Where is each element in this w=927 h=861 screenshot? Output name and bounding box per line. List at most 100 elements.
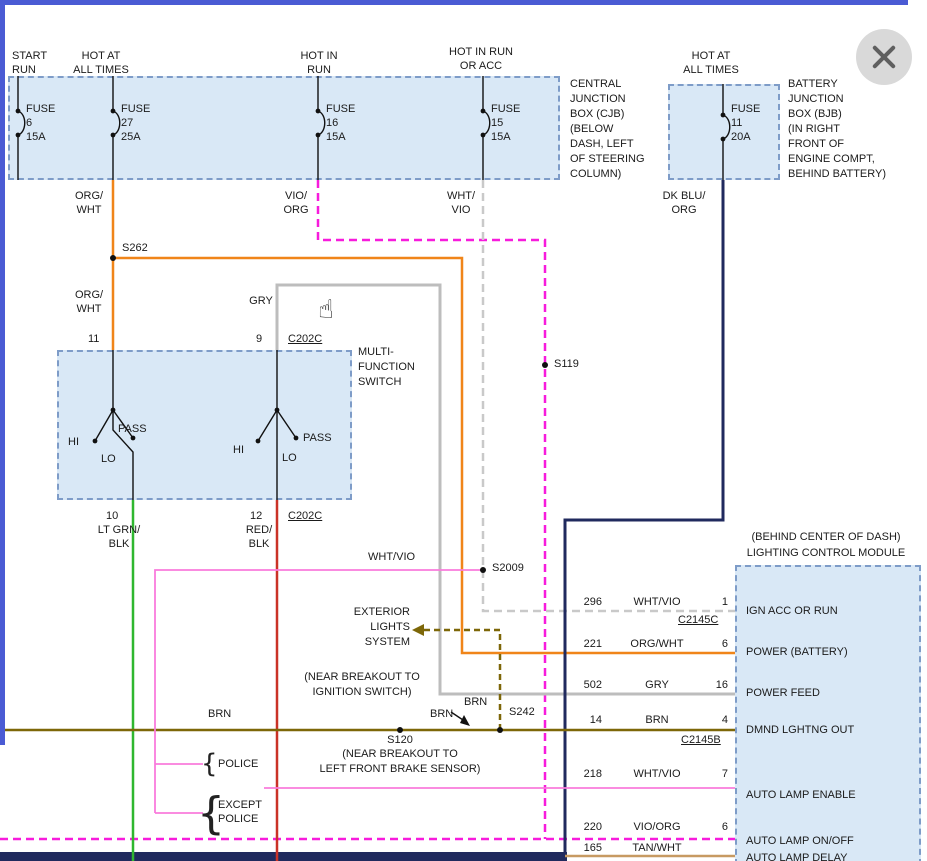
cursor-hand-icon: ☝ bbox=[318, 296, 334, 322]
wire-color-label: BRN bbox=[208, 708, 231, 721]
window-border-left bbox=[0, 0, 5, 745]
connector-label: C2145C bbox=[678, 614, 718, 627]
wire-org-wht bbox=[113, 180, 735, 653]
switch-position-label: HI bbox=[68, 436, 79, 449]
splice-label: S262 bbox=[122, 242, 148, 255]
option-label: POLICE bbox=[218, 758, 258, 771]
brake-note: LEFT FRONT BRAKE SENSOR) bbox=[320, 763, 481, 776]
power-label: RUN bbox=[307, 64, 331, 77]
exterior-note: LIGHTS bbox=[330, 621, 410, 634]
wire-color-label: WHT/ bbox=[447, 190, 475, 203]
wire-color-label: TAN/WHT bbox=[632, 842, 681, 855]
wire-color-label: BRN bbox=[464, 696, 487, 709]
power-label: HOT AT bbox=[692, 50, 731, 63]
connector-label: C2145B bbox=[681, 734, 721, 747]
bjb-note: BEHIND BATTERY) bbox=[788, 168, 886, 181]
wire-color-label: LT GRN/ bbox=[98, 524, 140, 537]
fuse-number: 16 bbox=[326, 117, 338, 130]
circuit-number: 14 bbox=[560, 714, 602, 727]
option-label: EXCEPT bbox=[218, 799, 262, 812]
switch-position-label: PASS bbox=[303, 432, 332, 445]
wire-wht-vio bbox=[483, 180, 735, 611]
fuse-label: FUSE bbox=[121, 103, 150, 116]
module-pin-label: AUTO LAMP DELAY bbox=[746, 852, 847, 861]
exterior-lights-arrow bbox=[412, 624, 424, 636]
fuse-rating: 20A bbox=[731, 131, 751, 144]
cjb-note: (BELOW bbox=[570, 123, 613, 136]
connector-label: C202C bbox=[288, 333, 322, 346]
wire-color-label: BRN bbox=[645, 714, 668, 727]
connector-label: C202C bbox=[288, 510, 322, 523]
close-button[interactable] bbox=[856, 29, 912, 85]
module-pin-label: DMND LGHTNG OUT bbox=[746, 724, 854, 737]
switch-internals bbox=[95, 350, 463, 720]
module-pin-label: AUTO LAMP ENABLE bbox=[746, 789, 856, 802]
wire-color-label: ORG/WHT bbox=[630, 638, 683, 651]
window-border-top bbox=[0, 0, 908, 5]
circuit-number: 296 bbox=[560, 596, 602, 609]
power-label: HOT AT bbox=[82, 50, 121, 63]
fuse-rating: 15A bbox=[26, 131, 46, 144]
pin-number: 16 bbox=[708, 679, 728, 692]
bjb-note: FRONT OF bbox=[788, 138, 844, 151]
wire-color-label: BLK bbox=[249, 538, 270, 551]
circuit-number: 221 bbox=[560, 638, 602, 651]
splice-label: S2009 bbox=[492, 562, 524, 575]
switch-position-label: HI bbox=[233, 444, 244, 457]
power-label: RUN bbox=[12, 64, 36, 77]
pin-number: 6 bbox=[708, 638, 728, 651]
wiring-diagram-viewer: START RUN HOT AT ALL TIMES HOT IN RUN HO… bbox=[0, 0, 927, 861]
fuse-rating: 15A bbox=[491, 131, 511, 144]
circuit-number: 218 bbox=[560, 768, 602, 781]
fuse-number: 6 bbox=[26, 117, 32, 130]
splice-label: S120 bbox=[387, 734, 413, 747]
ignition-note: IGNITION SWITCH) bbox=[313, 686, 412, 699]
power-label: HOT IN RUN bbox=[449, 46, 513, 59]
wire-dk-blu-org bbox=[565, 180, 723, 861]
wire-color-label: VIO/ORG bbox=[633, 821, 680, 834]
bjb-note: ENGINE COMPT, bbox=[788, 153, 875, 166]
bjb-note: BOX (BJB) bbox=[788, 108, 842, 121]
wire-color-label: ORG bbox=[671, 204, 696, 217]
cjb-note: BOX (CJB) bbox=[570, 108, 624, 121]
wire-color-label: ORG/ bbox=[75, 289, 103, 302]
fuse-rating: 15A bbox=[326, 131, 346, 144]
power-label: OR ACC bbox=[460, 60, 502, 73]
circuit-number: 220 bbox=[560, 821, 602, 834]
brace: { bbox=[201, 751, 218, 777]
fuse-label: FUSE bbox=[326, 103, 355, 116]
wire-color-label: BRN bbox=[430, 708, 453, 721]
cjb-note: JUNCTION bbox=[570, 93, 626, 106]
wire-color-label: WHT bbox=[76, 303, 101, 316]
circuit-number: 165 bbox=[560, 842, 602, 855]
wire-color-label: WHT/VIO bbox=[633, 596, 680, 609]
wire-color-label: ORG/ bbox=[75, 190, 103, 203]
wire-color-label: WHT/VIO bbox=[368, 551, 415, 564]
pin-number: 7 bbox=[708, 768, 728, 781]
option-label: POLICE bbox=[218, 813, 258, 826]
ignition-note: (NEAR BREAKOUT TO bbox=[304, 671, 420, 684]
mfs-note: MULTI- bbox=[358, 346, 394, 359]
lcm-title: LIGHTING CONTROL MODULE bbox=[747, 547, 906, 560]
splice-label: S242 bbox=[509, 706, 535, 719]
pin-number: 1 bbox=[708, 596, 728, 609]
wire-color-label: GRY bbox=[249, 295, 273, 308]
wire-color-label: RED/ bbox=[246, 524, 272, 537]
mfs-note: SWITCH bbox=[358, 376, 401, 389]
switch-position-label: LO bbox=[282, 452, 297, 465]
switch-position-label: PASS bbox=[118, 423, 147, 436]
mfs-note: FUNCTION bbox=[358, 361, 415, 374]
exterior-note: SYSTEM bbox=[330, 636, 410, 649]
wire-color-label: BLK bbox=[109, 538, 130, 551]
bjb-note: BATTERY bbox=[788, 78, 838, 91]
fuse-label: FUSE bbox=[731, 103, 760, 116]
module-pin-label: IGN ACC OR RUN bbox=[746, 605, 838, 618]
pin-number: 12 bbox=[250, 510, 262, 523]
lcm-location: (BEHIND CENTER OF DASH) bbox=[751, 531, 900, 544]
fuse-label: FUSE bbox=[26, 103, 55, 116]
wire-color-label: WHT bbox=[76, 204, 101, 217]
cjb-note: CENTRAL bbox=[570, 78, 621, 91]
wire-color-label: DK BLU/ bbox=[663, 190, 706, 203]
pin-number: 6 bbox=[708, 821, 728, 834]
module-pin-label: POWER (BATTERY) bbox=[746, 646, 848, 659]
